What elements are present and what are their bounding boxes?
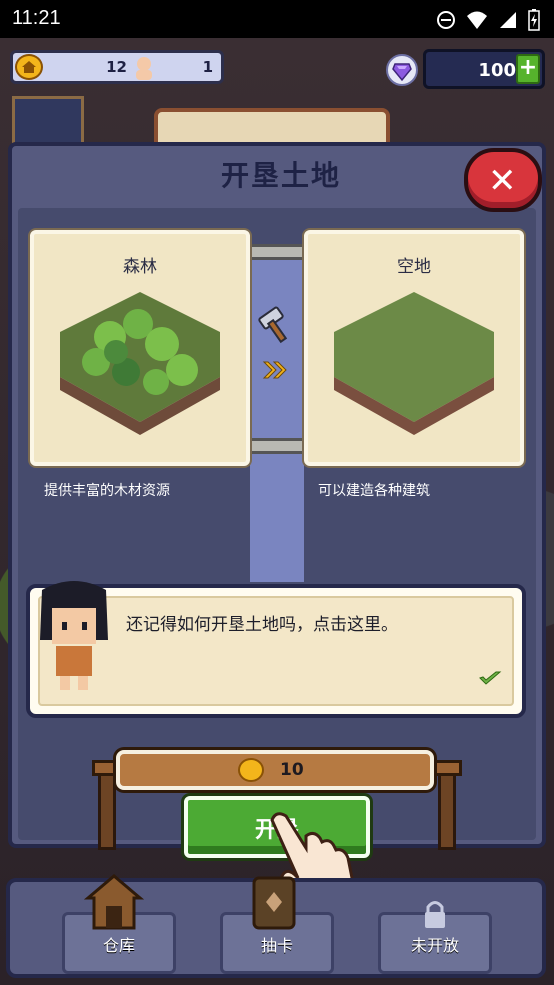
close-button[interactable]: ✕ [464, 148, 542, 212]
forest-tile-icon [60, 292, 220, 435]
cost-display: 10 [116, 750, 434, 790]
battery-icon [528, 9, 540, 35]
forest-label: 森林 [123, 257, 157, 277]
nav-locked-label: 未开放 [410, 936, 459, 955]
status-time: 11:21 [12, 7, 61, 29]
sign-post-left [98, 770, 116, 850]
cost-value: 10 [280, 760, 304, 780]
status-bar: 11:21 [0, 0, 554, 38]
empty-land-label: 空地 [397, 257, 431, 277]
character-avatar-icon [40, 581, 108, 690]
signal-icon [498, 10, 518, 34]
gold-coin-icon [15, 54, 43, 80]
card-draw-icon [252, 876, 296, 930]
resource-bar: 12 1 [10, 50, 224, 84]
gem-icon [386, 54, 418, 86]
dialogue-text: 还记得如何开垦土地吗，点击这里。 [126, 615, 398, 635]
sign-post-right [438, 770, 456, 850]
empty-land-description: 可以建造各种建筑 [318, 483, 430, 499]
gold-count: 12 [106, 58, 127, 76]
add-gems-button[interactable]: + [516, 54, 540, 84]
wifi-icon [466, 10, 488, 34]
forest-tile-card: 森林 [30, 230, 250, 466]
warehouse-icon [84, 874, 144, 930]
gem-bar: 100 + [423, 49, 545, 89]
nav-gacha-label: 抽卡 [260, 936, 293, 955]
continue-check-icon [479, 671, 502, 685]
gem-count: 100 [478, 60, 516, 81]
forest-description: 提供丰富的木材资源 [44, 483, 170, 499]
hammer-icon [258, 306, 288, 344]
dnd-icon [436, 10, 456, 34]
lock-icon [425, 901, 445, 928]
population-count: 1 [202, 58, 213, 76]
close-icon: ✕ [488, 161, 517, 201]
gold-coin-icon [238, 758, 264, 782]
population-icon [136, 57, 152, 80]
empty-land-tile-icon [334, 292, 494, 435]
arrow-right-icon [262, 361, 287, 379]
empty-land-tile-card: 空地 [304, 230, 524, 466]
nav-warehouse-label: 仓库 [102, 936, 135, 955]
